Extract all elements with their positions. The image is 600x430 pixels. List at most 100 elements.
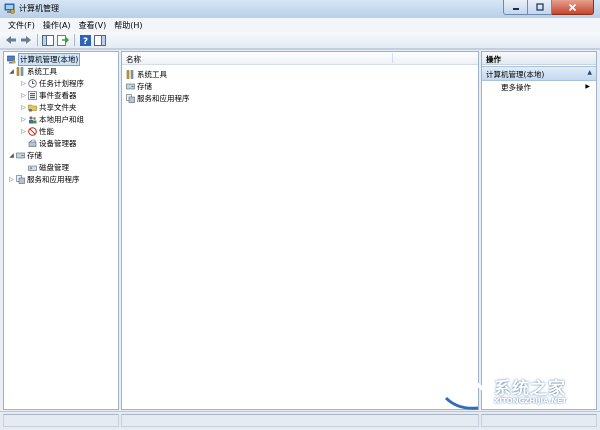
svg-text:?: ? xyxy=(82,37,87,46)
collapse-arrow-icon[interactable]: ◢ xyxy=(8,68,15,75)
users-icon xyxy=(29,116,37,124)
column-name-header[interactable]: 名称 xyxy=(126,54,141,65)
computer-management-window: 计算机管理 文件(F) 操作(A) 查看(V) 帮助(H) ? 计算机管理(本地… xyxy=(0,0,600,430)
expand-arrow-icon[interactable]: ▷ xyxy=(20,116,27,123)
shared-folder-icon xyxy=(28,104,37,112)
tree-item-local-users-groups[interactable]: ▷ 本地用户和组 xyxy=(20,114,84,125)
actions-section-computer-management[interactable]: 计算机管理(本地) ▲ xyxy=(482,66,596,81)
expand-arrow-icon[interactable]: ▷ xyxy=(20,104,27,111)
tree-label: 磁盘管理 xyxy=(39,163,69,172)
toolbar: ? xyxy=(0,32,600,49)
export-list-button[interactable] xyxy=(56,33,70,47)
menu-help[interactable]: 帮助(H) xyxy=(110,20,146,31)
more-actions-item[interactable]: 更多操作 xyxy=(501,82,531,93)
list-item[interactable]: 服务和应用程序 xyxy=(125,92,190,104)
help-icon: ? xyxy=(79,34,91,46)
tree-item-services-apps[interactable]: ▷ 服务和应用程序 xyxy=(8,174,80,185)
expand-arrow-icon[interactable]: ▷ xyxy=(20,128,27,135)
tree-item-device-manager[interactable]: 设备管理器 xyxy=(27,138,77,149)
actions-title: 操作 xyxy=(486,55,501,64)
caption-buttons xyxy=(503,0,594,16)
services-apps-icon xyxy=(126,93,135,103)
toolbar-separator xyxy=(74,34,75,46)
title-bar[interactable]: 计算机管理 xyxy=(0,0,600,18)
minimize-button[interactable] xyxy=(503,0,528,15)
close-icon xyxy=(568,3,577,11)
window-title: 计算机管理 xyxy=(19,4,59,13)
watermark-logo-icon xyxy=(440,374,492,410)
disk-management-icon xyxy=(28,165,37,171)
status-cell xyxy=(3,414,119,427)
minimize-icon xyxy=(512,8,519,10)
services-apps-icon xyxy=(16,175,25,184)
performance-icon xyxy=(28,127,37,136)
tree-item-shared-folders[interactable]: ▷ 共享文件夹 xyxy=(20,102,77,113)
help-button[interactable]: ? xyxy=(78,33,92,47)
system-tools-icon xyxy=(126,69,134,79)
list-item[interactable]: 系统工具 xyxy=(125,68,167,80)
tree-label: 事件查看器 xyxy=(39,91,77,100)
console-tree: 计算机管理(本地) ◢ 系统工具 ▷ 任务计划程序 ▷ 事件查看器 ▷ 共享文件… xyxy=(3,51,119,410)
tree-item-system-tools[interactable]: ◢ 系统工具 xyxy=(8,66,57,77)
clock-icon xyxy=(28,79,37,88)
list-item[interactable]: 存储 xyxy=(125,80,152,92)
tree-label: 服务和应用程序 xyxy=(27,175,80,184)
event-viewer-icon xyxy=(28,91,37,100)
console-tree-icon xyxy=(42,34,54,46)
show-hide-console-tree-button[interactable] xyxy=(41,33,55,47)
tree-label: 计算机管理(本地) xyxy=(18,53,81,66)
tree-label: 设备管理器 xyxy=(39,139,77,148)
watermark: 系统之家 XITONGZHIJIA.NET xyxy=(438,370,598,412)
tree-label: 存储 xyxy=(27,151,42,160)
tree-item-performance[interactable]: ▷ 性能 xyxy=(20,126,54,137)
export-list-icon xyxy=(57,34,69,46)
tree-label: 性能 xyxy=(39,127,54,136)
forward-arrow-icon xyxy=(21,36,31,44)
collapse-up-arrow-icon[interactable]: ▲ xyxy=(587,69,592,76)
menu-file[interactable]: 文件(F) xyxy=(4,20,39,31)
list-item-label: 服务和应用程序 xyxy=(137,93,190,103)
tree-item-storage[interactable]: ◢ 存储 xyxy=(8,150,42,161)
actions-pane: 操作 计算机管理(本地) ▲ 更多操作 ▶ xyxy=(481,51,597,410)
maximize-button[interactable] xyxy=(528,0,552,15)
tree-item-task-scheduler[interactable]: ▷ 任务计划程序 xyxy=(20,78,84,89)
show-hide-action-pane-button[interactable] xyxy=(93,33,107,47)
tree-label: 本地用户和组 xyxy=(39,115,84,124)
computer-management-icon xyxy=(7,55,16,64)
collapse-arrow-icon[interactable]: ◢ xyxy=(8,152,15,159)
watermark-url: XITONGZHIJIA.NET xyxy=(494,397,567,405)
tree-label: 共享文件夹 xyxy=(39,103,77,112)
expand-arrow-icon[interactable]: ▷ xyxy=(20,80,27,87)
maximize-icon xyxy=(535,3,544,11)
forward-button[interactable] xyxy=(19,33,33,47)
menu-view[interactable]: 查看(V) xyxy=(75,20,111,31)
storage-icon xyxy=(16,152,25,159)
actions-header: 操作 xyxy=(482,52,596,65)
expand-arrow-icon[interactable]: ▷ xyxy=(20,92,27,99)
menu-action[interactable]: 操作(A) xyxy=(39,20,75,31)
menu-bar: 文件(F) 操作(A) 查看(V) 帮助(H) xyxy=(0,18,600,32)
toolbar-separator xyxy=(37,34,38,46)
system-tools-icon xyxy=(16,67,24,76)
tree-item-event-viewer[interactable]: ▷ 事件查看器 xyxy=(20,90,77,101)
device-manager-icon xyxy=(28,139,37,147)
computer-management-icon xyxy=(4,3,15,14)
tree-label: 任务计划程序 xyxy=(39,79,84,88)
list-item-label: 存储 xyxy=(137,81,152,91)
actions-section-label: 计算机管理(本地) xyxy=(486,70,545,79)
expand-arrow-icon[interactable]: ▷ xyxy=(8,176,15,183)
tree-item-disk-management[interactable]: 磁盘管理 xyxy=(27,162,69,173)
back-arrow-icon xyxy=(6,36,16,44)
status-cell xyxy=(121,414,479,427)
tree-label: 系统工具 xyxy=(27,67,57,76)
close-button[interactable] xyxy=(552,0,594,15)
back-button[interactable] xyxy=(4,33,18,47)
column-divider[interactable] xyxy=(392,53,393,63)
list-column-header: 名称 xyxy=(122,52,478,65)
submenu-arrow-icon: ▶ xyxy=(585,83,590,90)
tree-item-root[interactable]: 计算机管理(本地) xyxy=(6,53,81,66)
storage-icon xyxy=(126,83,135,89)
status-cell xyxy=(481,414,597,427)
results-list: 名称 系统工具 存储 服务和应用程序 xyxy=(121,51,479,410)
list-item-label: 系统工具 xyxy=(137,69,167,79)
